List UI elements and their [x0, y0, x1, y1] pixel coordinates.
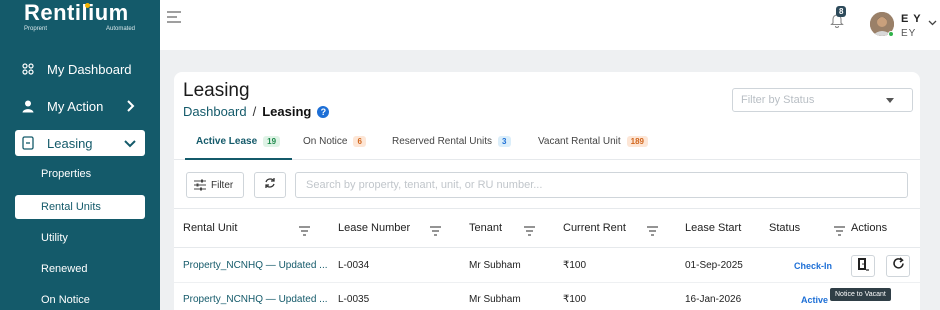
current-rent-cell: ₹100	[563, 260, 587, 271]
breadcrumb-dashboard-link[interactable]: Dashboard	[183, 104, 247, 119]
breadcrumb: Dashboard / Leasing ?	[183, 104, 330, 119]
tab-count-badge: 3	[498, 136, 511, 147]
table-row[interactable]: Property_NCNHQ — Updated ... L-0034 Mr S…	[174, 249, 920, 283]
logo-dot-icon	[85, 3, 90, 8]
help-icon[interactable]: ?	[317, 105, 330, 118]
filter-button-label: Filter	[211, 179, 234, 191]
search-field[interactable]	[295, 172, 908, 198]
breadcrumb-current: Leasing	[262, 104, 312, 119]
status-badge: Check-In	[794, 261, 833, 271]
user-role: EY	[901, 28, 917, 39]
brand-logo[interactable]: Rentilium Proprent Automated	[24, 0, 144, 40]
column-filter-icon[interactable]	[647, 223, 658, 236]
chevron-down-icon[interactable]	[928, 14, 937, 26]
topbar: 8 E Y EY	[160, 0, 940, 50]
sidebar-subitem-label: Rental Units	[41, 201, 101, 213]
column-filter-icon[interactable]	[524, 223, 535, 236]
filter-button[interactable]: Filter	[186, 172, 244, 198]
lease-number-cell: L-0034	[338, 260, 370, 271]
sidebar-subitem-utility[interactable]: Utility	[15, 226, 145, 250]
refresh-button[interactable]	[254, 172, 286, 198]
sidebar-subitem-on-notice[interactable]: On Notice	[15, 288, 145, 310]
tab-label: Active Lease	[196, 136, 258, 147]
brand-tag-right: Automated	[106, 26, 136, 32]
tooltip: Notice to Vacant	[830, 288, 891, 301]
sidebar-subitem-renewed[interactable]: Renewed	[15, 257, 145, 281]
status-badge: Active	[801, 295, 829, 305]
tenant-cell: Mr Subham	[469, 294, 521, 305]
column-filter-icon[interactable]	[430, 223, 441, 236]
status-filter-select[interactable]	[732, 88, 913, 112]
lease-start-cell: 16-Jan-2026	[685, 294, 742, 305]
column-filter-icon[interactable]	[299, 223, 310, 236]
tab-label: On Notice	[303, 136, 348, 147]
menu-icon[interactable]	[167, 10, 181, 24]
sidebar-subitem-label: Utility	[41, 232, 68, 244]
lease-start-cell: 01-Sep-2025	[685, 260, 743, 271]
refresh-icon	[264, 176, 276, 194]
tab-count-badge: 6	[353, 136, 366, 147]
chevron-right-icon	[123, 99, 137, 113]
column-header-lease-number[interactable]: Lease Number	[338, 222, 410, 234]
sidebar-item-label: My Action	[47, 98, 104, 114]
sidebar-subitem-properties[interactable]: Properties	[15, 162, 145, 186]
refresh-icon	[892, 257, 905, 275]
sidebar-subitem-label: On Notice	[41, 294, 90, 306]
column-header-actions: Actions	[851, 222, 888, 234]
column-header-tenant[interactable]: Tenant	[469, 222, 502, 234]
chevron-down-icon	[123, 136, 137, 150]
renew-button[interactable]	[886, 255, 910, 277]
column-header-current-rent[interactable]: Current Rent	[563, 222, 626, 234]
sidebar-subitem-label: Renewed	[41, 263, 88, 275]
status-filter-input[interactable]	[741, 94, 881, 106]
active-tab-indicator	[185, 158, 292, 160]
sidebar-item-label: Leasing	[47, 135, 93, 151]
tab-active-lease[interactable]: Active Lease 19	[196, 136, 281, 147]
sidebar-subitem-label: Properties	[41, 168, 92, 180]
user-name[interactable]: E Y	[901, 13, 922, 25]
caret-down-icon	[886, 98, 894, 103]
tab-count-badge: 19	[263, 136, 281, 147]
tab-count-badge: 189	[626, 136, 648, 147]
sidebar-item-leasing[interactable]: Leasing	[15, 130, 145, 156]
tab-vacant-rental-unit[interactable]: Vacant Rental Unit 189	[538, 136, 648, 147]
brand-name: Rentilium	[24, 0, 129, 25]
grid-icon	[21, 62, 35, 76]
column-header-status[interactable]: Status	[769, 222, 800, 234]
notice-to-vacant-button[interactable]	[851, 255, 875, 277]
page-title: Leasing	[183, 80, 250, 101]
tab-label: Reserved Rental Units	[392, 136, 493, 147]
sidebar-item-label: My Dashboard	[47, 61, 132, 77]
door-exit-icon	[856, 257, 870, 276]
notification-badge: 8	[836, 6, 847, 17]
online-status-dot	[888, 31, 894, 37]
column-header-lease-start[interactable]: Lease Start	[685, 222, 741, 234]
rental-unit-link[interactable]: Property_NCNHQ — Updated ...	[183, 294, 328, 305]
breadcrumb-separator: /	[252, 104, 257, 119]
search-input[interactable]	[306, 179, 866, 191]
lease-tabs: Active Lease 19 On Notice 6 Reserved Ren…	[174, 126, 920, 160]
tenant-cell: Mr Subham	[469, 260, 521, 271]
brand-tag-left: Proprent	[24, 26, 48, 32]
sliders-icon	[194, 179, 206, 191]
table-row[interactable]: Property_NCNHQ — Updated ... L-0035 Mr S…	[174, 283, 920, 310]
table-header: Rental Unit Lease Number Tenant Current …	[174, 208, 920, 248]
tab-reserved-rental-units[interactable]: Reserved Rental Units 3	[392, 136, 511, 147]
tab-on-notice[interactable]: On Notice 6	[303, 136, 366, 147]
sidebar-item-my-dashboard[interactable]: My Dashboard	[15, 56, 145, 82]
sidebar-subitem-rental-units[interactable]: Rental Units	[15, 195, 145, 219]
user-icon	[21, 99, 35, 113]
sidebar-item-my-action[interactable]: My Action	[15, 93, 145, 119]
sidebar: Rentilium Proprent Automated My Dashboar…	[0, 0, 160, 310]
rental-unit-link[interactable]: Property_NCNHQ — Updated ...	[183, 260, 328, 271]
key-icon	[21, 136, 35, 150]
column-header-rental-unit[interactable]: Rental Unit	[183, 222, 237, 234]
tab-label: Vacant Rental Unit	[538, 136, 621, 147]
column-filter-icon[interactable]	[834, 223, 845, 236]
lease-number-cell: L-0035	[338, 294, 370, 305]
main-card: Leasing Dashboard / Leasing ? Active Lea…	[174, 72, 920, 310]
current-rent-cell: ₹100	[563, 294, 587, 305]
